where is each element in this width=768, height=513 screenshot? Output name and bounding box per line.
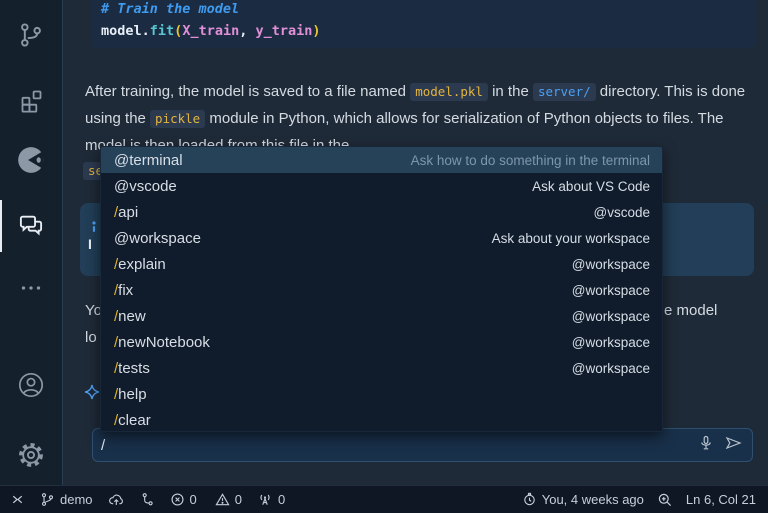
gitlens-blame-status[interactable]: You, 4 weeks ago: [522, 492, 644, 507]
status-bar: demo 0: [0, 485, 768, 513]
covered-text-fragment: e model: [664, 302, 717, 319]
chat-icon[interactable]: [17, 212, 45, 240]
extensions-icon[interactable]: [17, 86, 45, 114]
vscode-window: # Train the model model.fit(X_train, y_t…: [0, 0, 768, 513]
covered-text-fragment: lo: [85, 329, 97, 346]
dropdown-item-explain[interactable]: /explain @workspace: [101, 251, 662, 277]
chat-input[interactable]: [101, 437, 698, 454]
chat-command-dropdown: @terminal Ask how to do something in the…: [100, 146, 663, 432]
git-branch-status[interactable]: demo: [40, 492, 93, 507]
cursor-position[interactable]: Ln 6, Col 21: [686, 492, 756, 507]
dropdown-item-clear[interactable]: /clear: [101, 407, 662, 432]
git-graph-icon[interactable]: [140, 492, 155, 507]
branch-name: demo: [60, 492, 93, 507]
dropdown-item-tests[interactable]: /tests @workspace: [101, 355, 662, 381]
dropdown-item-terminal[interactable]: @terminal Ask how to do something in the…: [101, 147, 662, 173]
inline-code-model-pkl: model.pkl: [410, 83, 488, 101]
source-control-icon[interactable]: [17, 21, 45, 49]
pie-extension-icon[interactable]: [17, 146, 45, 174]
publish-cloud-icon[interactable]: [108, 492, 125, 507]
problems-status[interactable]: 0 0: [170, 492, 242, 507]
copilot-sparkle-icon: [84, 384, 100, 405]
settings-gear-icon[interactable]: [17, 441, 45, 469]
warning-count: 0: [235, 492, 242, 507]
account-icon[interactable]: [17, 371, 45, 399]
remote-indicator[interactable]: [10, 492, 25, 507]
inline-code-pickle: pickle: [150, 110, 205, 128]
chat-input-box[interactable]: [92, 428, 753, 462]
ports-count: 0: [278, 492, 285, 507]
code-comment-line: # Train the model: [101, 0, 743, 20]
active-view-indicator: [0, 200, 2, 252]
dropdown-item-newnotebook[interactable]: /newNotebook @workspace: [101, 329, 662, 355]
dropdown-item-new[interactable]: /new @workspace: [101, 303, 662, 329]
dropdown-item-vscode[interactable]: @vscode Ask about VS Code: [101, 173, 662, 199]
microphone-icon[interactable]: [698, 435, 714, 456]
dropdown-item-workspace[interactable]: @workspace Ask about your workspace: [101, 225, 662, 251]
error-count: 0: [190, 492, 197, 507]
inline-code-server-dir: server/: [533, 83, 596, 101]
code-block: # Train the model model.fit(X_train, y_t…: [91, 0, 755, 48]
dropdown-item-help[interactable]: /help: [101, 381, 662, 407]
dropdown-item-fix[interactable]: /fix @workspace: [101, 277, 662, 303]
ports-broadcast-status[interactable]: 0: [257, 492, 285, 507]
send-icon[interactable]: [724, 435, 742, 456]
dropdown-item-api[interactable]: /api @vscode: [101, 199, 662, 225]
zoom-in-icon[interactable]: [657, 492, 673, 508]
paragraph-text: After training, the model is saved to a …: [85, 83, 410, 100]
activity-bar: [0, 0, 63, 485]
code-line: model.fit(X_train, y_train): [101, 20, 743, 42]
paragraph-text: in the: [488, 83, 533, 100]
more-actions-icon[interactable]: [17, 274, 45, 302]
blame-text: You, 4 weeks ago: [542, 492, 644, 507]
user-message-fragment: I: [88, 236, 92, 252]
